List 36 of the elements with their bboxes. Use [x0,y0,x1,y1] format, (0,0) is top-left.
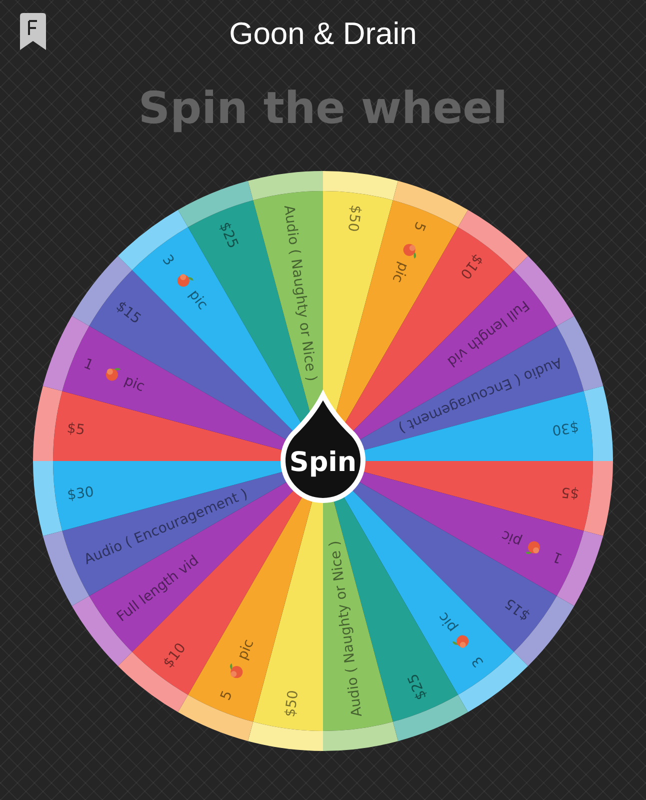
segment-label: pic [499,526,524,550]
segment-label: 1 [550,548,565,566]
segment-label: $15 [112,298,144,328]
segment-label: $30 [66,484,95,504]
segment-label: 5 [218,688,236,703]
segment-label: pic [122,372,147,396]
bookmark-icon[interactable] [18,13,48,51]
peach-icon [106,368,121,381]
peach-icon [230,663,243,678]
segment-label: 5 [410,219,428,234]
segment-label: $25 [216,220,241,251]
peach-icon [525,541,540,554]
segment-label: $50 [282,689,302,718]
segment-label: $5 [66,420,86,439]
segment-label: $15 [502,594,534,624]
segment-label: pic [234,637,258,662]
segment-label: pic [186,286,211,313]
segment-label: pic [388,260,412,285]
segment-label: Audio ( Naughty or Nice ) [280,204,320,382]
peach-icon [403,244,416,259]
wheel-rim [458,652,528,712]
segment-label: 3 [158,252,177,269]
app-title: Goon & Drain [229,16,417,52]
segment-label: $25 [405,671,430,702]
peach-icon [177,274,194,287]
heading: Spin the wheel [137,87,509,136]
segment-label: Audio ( Naughty or Nice ) [326,540,366,718]
segment-label: 3 [469,653,488,670]
wheel-rim [118,210,188,270]
segment-label: pic [435,609,460,636]
segment-label: $5 [560,483,580,502]
segment-label: $50 [344,204,364,233]
spin-button[interactable]: Spin [280,392,366,503]
peach-icon [452,635,469,648]
segment-label: 1 [81,356,96,374]
segment-label: $30 [551,418,580,438]
